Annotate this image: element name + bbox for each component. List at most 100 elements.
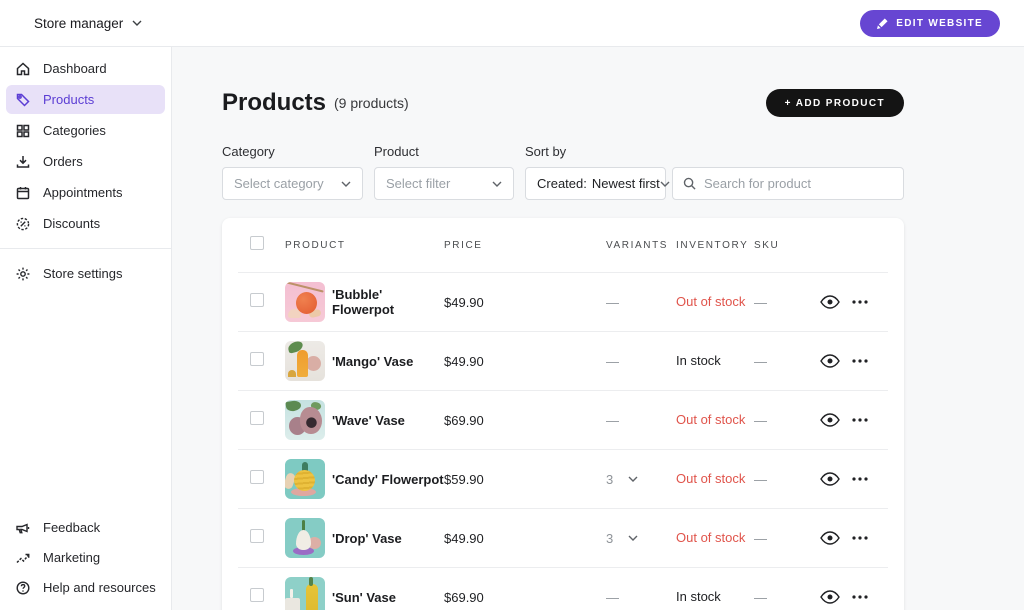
product-sku: — [754,590,820,605]
row-checkbox[interactable] [250,411,264,425]
sidebar-item-label: Marketing [43,550,100,565]
more-options-icon[interactable] [852,536,868,540]
inventory-status: Out of stock [676,530,745,545]
product-price: $69.90 [444,413,606,428]
sidebar-item-label: Categories [43,123,106,138]
sidebar: Dashboard Products Categories Orders App… [0,47,172,610]
variants-expand-chevron-icon[interactable] [628,535,638,541]
sidebar-item-label: Dashboard [43,61,107,76]
sidebar-item-marketing[interactable]: Marketing [6,543,165,572]
table-row[interactable]: 'Drop' Vase $49.90 3 Out of stock — [238,508,888,567]
product-name: 'Mango' Vase [332,354,413,369]
product-price: $49.90 [444,295,606,310]
table-row[interactable]: 'Sun' Vase $69.90 — In stock — [238,567,888,610]
main-area: Products (9 products) + ADD PRODUCT Cate… [172,47,1024,610]
tag-icon [15,92,31,108]
sidebar-divider [0,248,171,249]
product-sku: — [754,413,820,428]
sidebar-item-feedback[interactable]: Feedback [6,513,165,542]
sidebar-item-help[interactable]: Help and resources [6,573,165,602]
select-all-checkbox[interactable] [250,236,264,250]
product-sku: — [754,531,820,546]
category-select-placeholder: Select category [234,176,324,191]
category-filter-label: Category [222,144,363,159]
table-row[interactable]: 'Bubble' Flowerpot $49.90 — Out of stock… [238,272,888,331]
row-checkbox[interactable] [250,470,264,484]
sidebar-item-label: Products [43,92,94,107]
preview-eye-icon[interactable] [820,413,840,427]
product-sku: — [754,472,820,487]
row-checkbox[interactable] [250,588,264,602]
chevron-down-icon [341,181,351,187]
home-icon [15,61,31,77]
column-header-price: PRICE [444,240,606,251]
sidebar-item-appointments[interactable]: Appointments [6,178,165,207]
sidebar-item-orders[interactable]: Orders [6,147,165,176]
workspace-switcher[interactable]: Store manager [34,16,142,31]
inventory-status: Out of stock [676,412,745,427]
preview-eye-icon[interactable] [820,531,840,545]
more-options-icon[interactable] [852,477,868,481]
variants-value: — [606,590,619,605]
more-options-icon[interactable] [852,300,868,304]
table-row[interactable]: 'Wave' Vase $69.90 — Out of stock — [238,390,888,449]
chevron-down-icon [132,20,142,26]
product-count: (9 products) [334,95,409,111]
more-options-icon[interactable] [852,359,868,363]
sidebar-item-store-settings[interactable]: Store settings [6,259,165,288]
product-filter-select[interactable]: Select filter [374,167,514,200]
column-header-variants: VARIANTS [606,240,676,251]
sidebar-item-products[interactable]: Products [6,85,165,114]
more-options-icon[interactable] [852,595,868,599]
row-checkbox[interactable] [250,352,264,366]
discount-badge-icon [15,216,31,232]
edit-website-button[interactable]: EDIT WEBSITE [860,10,1000,37]
sort-prefix: Created: [537,176,587,191]
variants-expand-chevron-icon[interactable] [628,476,638,482]
sidebar-item-label: Store settings [43,266,123,281]
table-row[interactable]: 'Candy' Flowerpot $59.90 3 Out of stock … [238,449,888,508]
variants-value: — [606,413,619,428]
download-tray-icon [15,154,31,170]
product-thumbnail [285,341,325,381]
sidebar-item-discounts[interactable]: Discounts [6,209,165,238]
search-box [672,167,904,200]
edit-website-label: EDIT WEBSITE [896,18,983,29]
preview-eye-icon[interactable] [820,295,840,309]
variants-count: 3 [606,472,613,487]
column-header-inventory: INVENTORY [676,240,754,251]
product-price: $69.90 [444,590,606,605]
filter-bar: Category Select category Product Select … [222,144,904,200]
sidebar-item-categories[interactable]: Categories [6,116,165,145]
preview-eye-icon[interactable] [820,590,840,604]
sidebar-item-label: Appointments [43,185,123,200]
sidebar-item-label: Feedback [43,520,100,535]
sidebar-item-label: Help and resources [43,580,156,595]
product-thumbnail [285,282,325,322]
preview-eye-icon[interactable] [820,354,840,368]
row-checkbox[interactable] [250,529,264,543]
row-checkbox[interactable] [250,293,264,307]
variants-value: — [606,354,619,369]
inventory-status: In stock [676,353,721,368]
more-options-icon[interactable] [852,418,868,422]
product-thumbnail [285,577,325,610]
products-table: PRODUCT PRICE VARIANTS INVENTORY SKU 'Bu… [222,218,904,610]
sidebar-item-label: Orders [43,154,83,169]
search-input[interactable] [704,176,893,191]
product-name: 'Bubble' Flowerpot [332,287,444,317]
product-price: $59.90 [444,472,606,487]
preview-eye-icon[interactable] [820,472,840,486]
sort-by-label: Sort by [525,144,666,159]
grid-icon [15,123,31,139]
sort-select[interactable]: Created: Newest first [525,167,666,200]
trend-arrow-icon [15,550,31,566]
sort-value: Newest first [592,176,660,191]
product-thumbnail [285,400,325,440]
chevron-down-icon [492,181,502,187]
sidebar-item-dashboard[interactable]: Dashboard [6,54,165,83]
category-select[interactable]: Select category [222,167,363,200]
table-row[interactable]: 'Mango' Vase $49.90 — In stock — [238,331,888,390]
add-product-button[interactable]: + ADD PRODUCT [766,89,904,117]
search-icon [683,177,696,190]
